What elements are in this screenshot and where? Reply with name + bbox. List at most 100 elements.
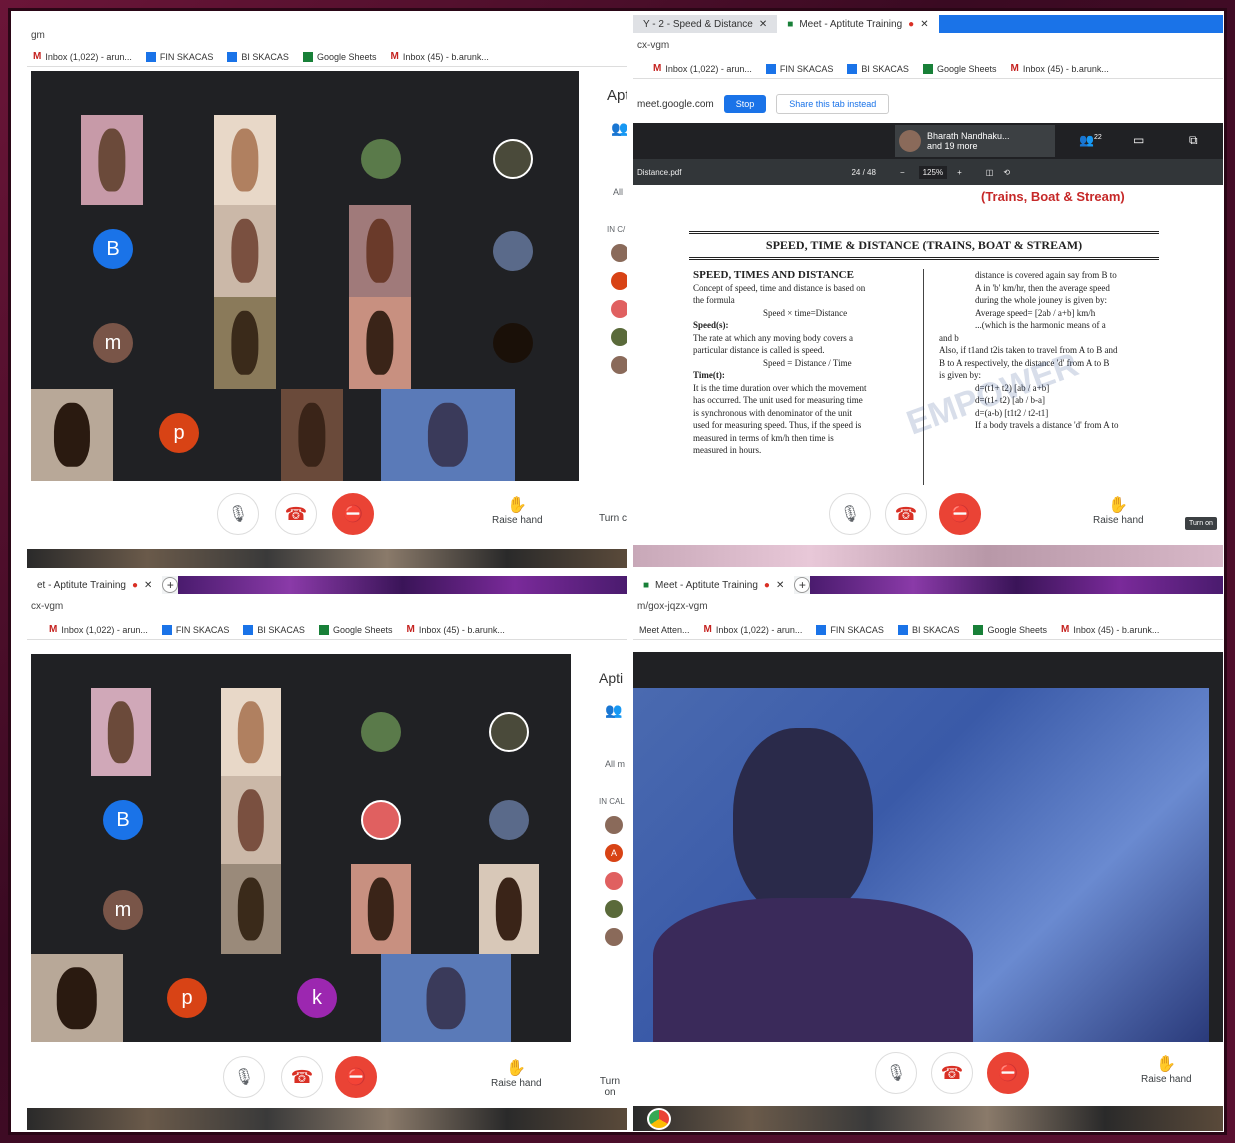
stop-sharing-button[interactable]: Stop bbox=[723, 95, 767, 113]
speaker-view bbox=[633, 652, 1223, 1042]
tab-meet[interactable]: ■ Meet - Aptitute Training ● ✕ bbox=[633, 576, 795, 594]
address-bar[interactable]: cx-vgm bbox=[27, 598, 627, 616]
column-divider bbox=[923, 269, 924, 485]
tab-pdf[interactable]: Y - 2 - Speed & Distance ✕ bbox=[633, 15, 778, 33]
close-icon[interactable]: ✕ bbox=[776, 580, 784, 591]
microphone-button[interactable]: 🎙 bbox=[829, 493, 871, 535]
people-icon[interactable]: 👥 bbox=[611, 120, 627, 137]
table-icon bbox=[243, 624, 254, 635]
fit-page-icon[interactable]: ◫ bbox=[986, 168, 994, 177]
hand-icon: ✋ bbox=[507, 497, 528, 514]
bookmark-fin[interactable]: FIN SKACAS bbox=[145, 51, 213, 62]
turn-on-captions-button[interactable]: Turn on bbox=[593, 1076, 627, 1098]
close-icon[interactable]: ✕ bbox=[144, 580, 152, 591]
bookmark-inbox-2[interactable]: M Inbox (45) - b.arunk... bbox=[390, 51, 488, 62]
turn-on-captions-button[interactable]: Turn c bbox=[599, 513, 627, 524]
page-indicator[interactable]: 24 / 48 bbox=[851, 168, 875, 177]
tab-meet[interactable]: ■ Meet - Aptitute Training ● ✕ bbox=[777, 15, 939, 33]
bookmark-inbox-1[interactable]: M Inbox (1,022) - arun... bbox=[704, 624, 803, 635]
presenter-info: Bharath Nandhaku... and 19 more bbox=[927, 131, 1010, 151]
raise-hand-button[interactable]: ✋ Raise hand bbox=[1141, 1054, 1192, 1085]
microphone-button[interactable]: 🎙 bbox=[217, 493, 259, 535]
in-call-heading: IN CAL bbox=[599, 797, 625, 806]
bookmark-meet-attendance[interactable]: Meet Atten... bbox=[639, 625, 690, 635]
camera-button[interactable]: ⛔ bbox=[939, 493, 981, 535]
raise-hand-button[interactable]: ✋ Raise hand bbox=[492, 495, 543, 526]
gmail-icon: M bbox=[1061, 624, 1070, 635]
zoom-level[interactable]: 125% bbox=[918, 165, 948, 179]
camera-button[interactable]: ⛔ bbox=[335, 1056, 377, 1098]
new-tab-button[interactable]: + bbox=[162, 577, 179, 593]
bookmark-fin[interactable]: FIN SKACAS bbox=[161, 624, 229, 635]
turn-on-captions-button[interactable]: Turn on bbox=[1185, 517, 1217, 530]
zoom-in-icon[interactable]: + bbox=[957, 168, 962, 177]
bookmark-inbox-1[interactable]: M Inbox (1,022) - arun... bbox=[653, 63, 752, 74]
camera-button[interactable]: ⛔ bbox=[987, 1052, 1029, 1094]
bookmark-label: BI SKACAS bbox=[241, 51, 289, 62]
bookmark-sheets[interactable]: Google Sheets bbox=[318, 624, 392, 635]
bookmark-bi[interactable]: BI SKACAS bbox=[847, 63, 909, 74]
address-bar[interactable]: gm bbox=[27, 27, 627, 45]
meeting-controls: 🎙 ☎ ⛔ ✋ Raise hand Turn c bbox=[27, 481, 627, 543]
bookmark-sheets[interactable]: Google Sheets bbox=[302, 51, 376, 62]
address-bar[interactable]: m/gox-jqzx-vgm bbox=[633, 598, 1223, 616]
mic-icon: 🎙 bbox=[233, 1069, 255, 1086]
bookmark-bi[interactable]: BI SKACAS bbox=[897, 624, 959, 635]
chat-icon[interactable]: ▭ bbox=[1133, 133, 1144, 147]
gmail-icon: M bbox=[703, 624, 712, 635]
taskbar bbox=[27, 1108, 627, 1130]
activities-icon[interactable]: ⧉ bbox=[1189, 133, 1198, 148]
camera-button[interactable]: ⛔ bbox=[332, 493, 374, 535]
bookmark-fin[interactable]: FIN SKACAS bbox=[765, 63, 833, 74]
zoom-out-icon[interactable]: − bbox=[900, 168, 905, 177]
participant-avatar-m: m bbox=[93, 323, 133, 363]
bookmark-label: Inbox (1,022) - arun... bbox=[715, 624, 803, 635]
bookmark-inbox-1[interactable]: M Inbox (1,022) - arun... bbox=[33, 51, 132, 62]
tab-meet[interactable]: et - Aptitute Training ● ✕ bbox=[27, 576, 163, 594]
participant-video bbox=[31, 389, 113, 481]
close-icon[interactable]: ✕ bbox=[920, 19, 928, 30]
gmail-icon: M bbox=[33, 51, 42, 62]
close-icon[interactable]: ✕ bbox=[759, 19, 767, 30]
presenter-name: Bharath Nandhaku... bbox=[927, 131, 1010, 141]
table-icon bbox=[816, 624, 827, 635]
table-icon bbox=[765, 63, 776, 74]
gmail-icon: M bbox=[1010, 63, 1019, 74]
raise-hand-button[interactable]: ✋ Raise hand bbox=[1093, 495, 1144, 526]
raise-hand-button[interactable]: ✋ Raise hand bbox=[491, 1058, 542, 1089]
participant-avatar-photo bbox=[493, 323, 533, 363]
participant-video bbox=[349, 205, 411, 297]
raise-hand-label: Raise hand bbox=[491, 1078, 542, 1089]
microphone-button[interactable]: 🎙 bbox=[223, 1056, 265, 1098]
chrome-icon[interactable] bbox=[647, 1108, 671, 1130]
leave-call-button[interactable]: ☎ bbox=[281, 1056, 323, 1098]
bookmark-bi[interactable]: BI SKACAS bbox=[243, 624, 305, 635]
microphone-button[interactable]: 🎙 bbox=[875, 1052, 917, 1094]
bookmark-inbox-2[interactable]: M Inbox (45) - b.arunk... bbox=[1010, 63, 1108, 74]
bookmark-sheets[interactable]: Google Sheets bbox=[973, 624, 1047, 635]
bookmark-inbox-2[interactable]: M Inbox (45) - b.arunk... bbox=[406, 624, 504, 635]
participant-face bbox=[237, 701, 265, 763]
people-icon[interactable]: 👥 bbox=[605, 702, 627, 719]
filter-all[interactable]: All m bbox=[605, 759, 627, 769]
rotate-icon[interactable]: ⟲ bbox=[1003, 168, 1010, 177]
leave-call-button[interactable]: ☎ bbox=[885, 493, 927, 535]
filter-all[interactable]: All bbox=[613, 187, 627, 197]
bookmark-bi[interactable]: BI SKACAS bbox=[227, 51, 289, 62]
share-bar: meet.google.com Stop Share this tab inst… bbox=[633, 85, 1223, 123]
address-bar[interactable]: cx-vgm bbox=[633, 37, 1223, 55]
share-this-tab-button[interactable]: Share this tab instead bbox=[776, 94, 890, 114]
leave-call-button[interactable]: ☎ bbox=[931, 1052, 973, 1094]
bookmark-sheets[interactable]: Google Sheets bbox=[922, 63, 996, 74]
leave-call-button[interactable]: ☎ bbox=[275, 493, 317, 535]
hand-icon: ✋ bbox=[1108, 497, 1129, 514]
left-heading: SPEED, TIMES AND DISTANCE bbox=[693, 269, 854, 281]
meeting-controls: 🎙 ☎ ⛔ ✋ Raise hand bbox=[633, 1042, 1223, 1100]
participant-avatar-photo bbox=[489, 712, 529, 752]
bookmark-inbox-2[interactable]: M Inbox (45) - b.arunk... bbox=[1061, 624, 1159, 635]
left-line: used for measuring speed. Thus, if the s… bbox=[693, 420, 862, 430]
bookmark-inbox-1[interactable]: M Inbox (1,022) - arun... bbox=[49, 624, 148, 635]
bookmark-fin[interactable]: FIN SKACAS bbox=[816, 624, 884, 635]
people-button[interactable]: 👥22 bbox=[1079, 133, 1102, 147]
new-tab-button[interactable]: + bbox=[794, 577, 811, 593]
